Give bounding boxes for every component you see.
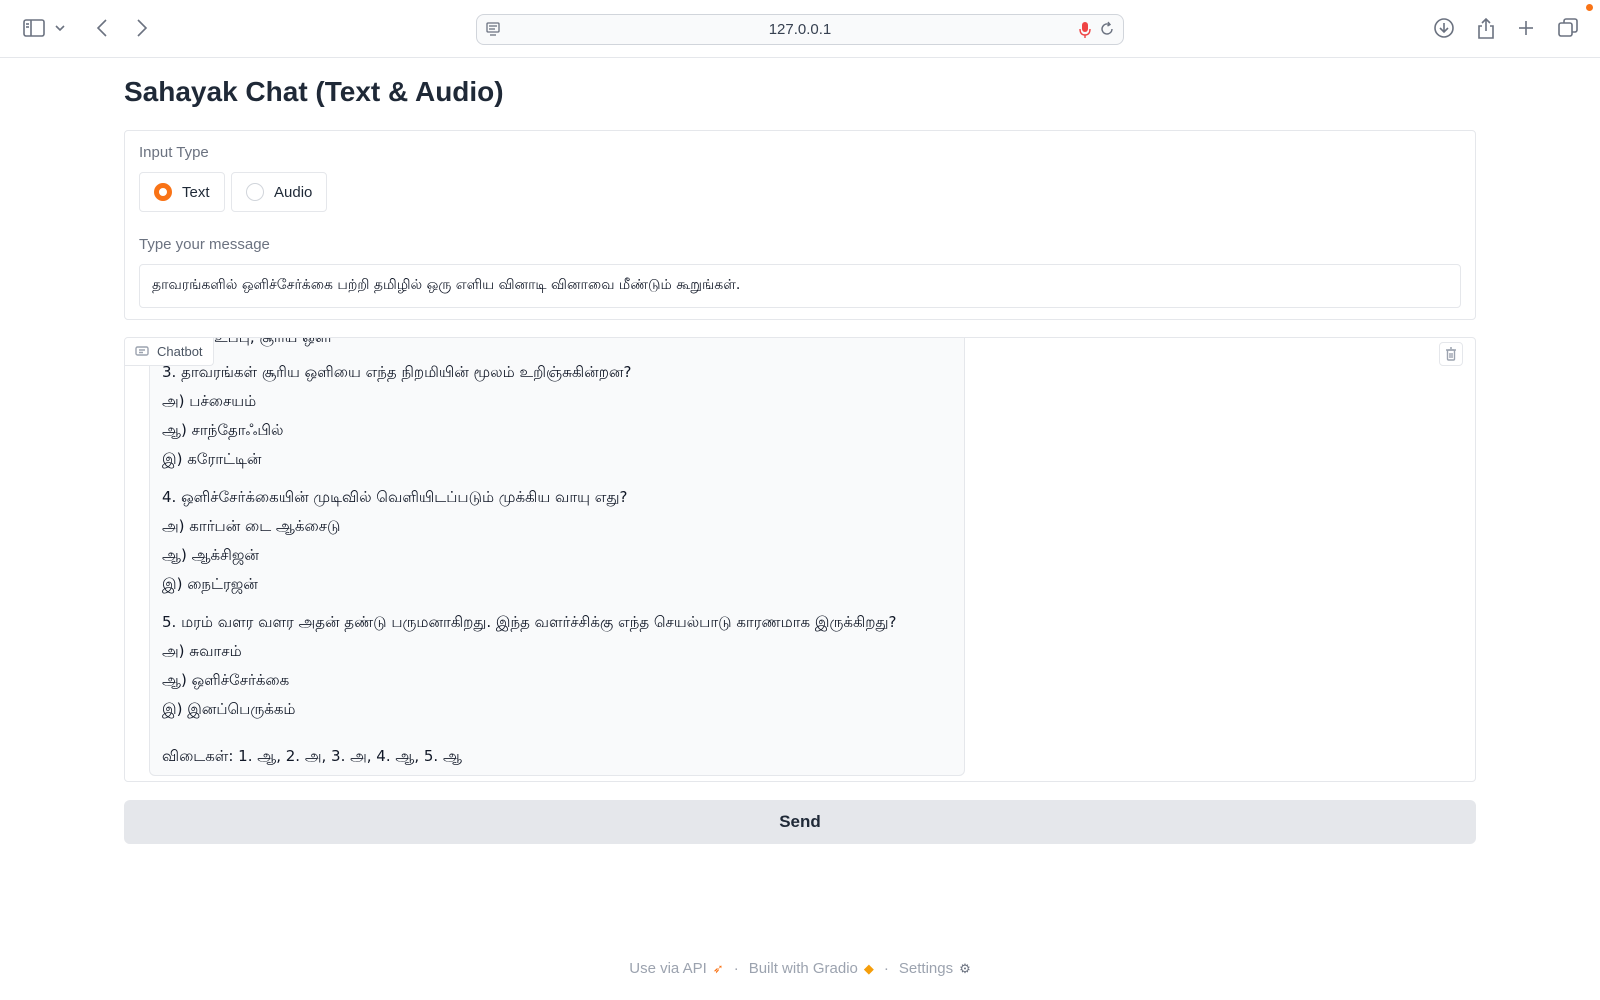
- footer-separator: ·: [883, 960, 889, 977]
- settings-label: Settings: [898, 960, 954, 977]
- chatbot-panel: Chatbot உப்பு, சூரிய ஒளி 3. தாவரங்கள் சூ…: [124, 337, 1476, 782]
- new-tab-icon[interactable]: [1512, 14, 1540, 42]
- radio-text-label: Text: [182, 183, 210, 201]
- notification-dot: [1586, 4, 1593, 11]
- settings-link[interactable]: Settings ⚙: [899, 960, 971, 977]
- forward-arrow-icon[interactable]: [128, 14, 156, 42]
- download-icon[interactable]: [1430, 14, 1458, 42]
- gradio-logo-icon: ◆: [863, 960, 874, 976]
- message-line: ஆ) சாந்தோஃபில்: [162, 421, 284, 439]
- chatbot-label: Chatbot: [157, 344, 203, 359]
- input-panel: Input Type Text Audio Type your message: [124, 130, 1476, 320]
- share-icon[interactable]: [1472, 14, 1500, 42]
- message-label: Type your message: [139, 236, 270, 253]
- message-line: இ) நைட்ரஜன்: [162, 575, 258, 593]
- use-via-api-link[interactable]: Use via API ➶: [629, 960, 723, 977]
- reload-icon[interactable]: [1099, 21, 1117, 39]
- microphone-icon[interactable]: [1077, 21, 1095, 39]
- use-via-api-label: Use via API: [629, 960, 707, 977]
- radio-selected-icon: [154, 183, 172, 201]
- chevron-down-icon[interactable]: [52, 14, 68, 42]
- page-title: Sahayak Chat (Text & Audio): [124, 76, 504, 107]
- message-line: அ) சுவாசம்: [162, 642, 242, 660]
- bot-message-bubble: உப்பு, சூரிய ஒளி 3. தாவரங்கள் சூரிய ஒளிய…: [149, 337, 965, 776]
- clear-chat-button[interactable]: [1439, 342, 1463, 366]
- tab-overview-icon[interactable]: [1554, 14, 1582, 42]
- sidebar-toggle-icon[interactable]: [20, 14, 48, 42]
- rocket-icon: ➶: [712, 960, 724, 976]
- message-line: ஆ) ஆக்சிஜன்: [162, 546, 259, 564]
- chatbot-label-tag: Chatbot: [125, 338, 214, 366]
- message-line: அ) கார்பன் டை ஆக்சைடு: [162, 517, 341, 535]
- built-with-gradio-link[interactable]: Built with Gradio ◆: [749, 960, 874, 977]
- message-line: விடைகள்: 1. ஆ, 2. அ, 3. அ, 4. ஆ, 5. ஆ: [162, 747, 462, 765]
- message-line: ஆ) ஒளிச்சேர்க்கை: [162, 671, 290, 689]
- back-arrow-icon[interactable]: [88, 14, 116, 42]
- radio-unselected-icon: [246, 183, 264, 201]
- send-button[interactable]: Send: [124, 800, 1476, 844]
- radio-audio[interactable]: Audio: [231, 172, 328, 212]
- address-bar[interactable]: 127.0.0.1: [476, 14, 1124, 45]
- message-line: 4. ஒளிச்சேர்க்கையின் முடிவில் வெளியிடப்ப…: [162, 488, 628, 506]
- trash-icon: [1446, 347, 1456, 361]
- message-line: அ) பச்சையம்: [162, 392, 257, 410]
- message-line-partial: உப்பு, சூரிய ஒளி: [214, 337, 332, 346]
- footer: Use via API ➶ · Built with Gradio ◆ · Se…: [0, 960, 1600, 977]
- built-with-gradio-label: Built with Gradio: [748, 960, 858, 977]
- message-input[interactable]: [139, 264, 1461, 308]
- message-line: இ) கரோட்டின்: [162, 450, 262, 468]
- message-line: 3. தாவரங்கள் சூரிய ஒளியை எந்த நிறமியின் …: [162, 363, 632, 381]
- chat-bubble-icon: [135, 345, 149, 356]
- message-line: 5. மரம் வளர வளர அதன் தண்டு பருமனாகிறது. …: [162, 613, 897, 631]
- message-line: இ) இனப்பெருக்கம்: [162, 700, 296, 718]
- footer-separator: ·: [733, 960, 739, 977]
- radio-audio-label: Audio: [274, 183, 313, 201]
- browser-toolbar: 127.0.0.1: [0, 0, 1600, 58]
- gear-icon: ⚙: [959, 960, 971, 976]
- input-type-label: Input Type: [139, 144, 209, 161]
- radio-text[interactable]: Text: [139, 172, 225, 212]
- url-text: 127.0.0.1: [768, 21, 832, 38]
